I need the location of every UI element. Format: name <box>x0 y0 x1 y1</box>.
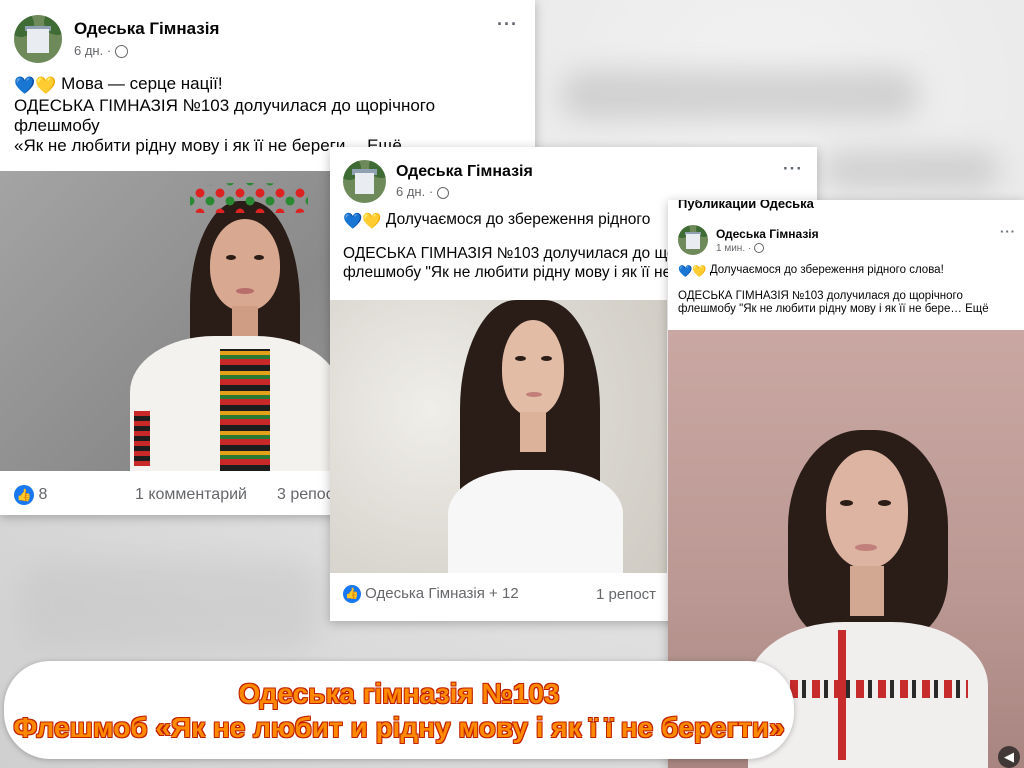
post-time[interactable]: 1 мин. · <box>716 243 764 254</box>
caption-title: Одеська гімназія №103 <box>238 678 560 709</box>
hearts-emoji: 💙💛 <box>678 266 707 278</box>
hearts-emoji: 💙💛 <box>14 76 57 95</box>
caption-subtitle: Флешмоб «Як не любит и рідну мову і як ї… <box>13 712 785 743</box>
page-avatar[interactable] <box>678 225 708 255</box>
post-footer: 👍 Одеська Гімназія + 12 <box>343 585 519 604</box>
like-count[interactable]: 8 <box>38 486 47 503</box>
post-time-text: 6 дн. · <box>74 43 112 58</box>
see-more-link[interactable]: Ещё <box>965 303 989 315</box>
post-footer: 👍 8 <box>14 485 47 505</box>
post-line-3: флешмобу <box>14 116 100 136</box>
more-dots-icon[interactable]: ··· <box>783 159 803 179</box>
flower-wreath <box>190 183 308 213</box>
hearts-emoji: 💙💛 <box>343 213 382 230</box>
more-dots-icon[interactable]: ··· <box>1000 224 1016 239</box>
reactions-text[interactable]: Одеська Гімназія + 12 <box>365 585 519 602</box>
post-time[interactable]: 6 дн. · <box>74 43 128 59</box>
post-video-2[interactable] <box>330 300 667 573</box>
post-time-text: 6 дн. · <box>396 184 434 199</box>
globe-icon <box>436 186 449 199</box>
like-icon[interactable]: 👍 <box>14 485 34 505</box>
post-line-2: ОДЕСЬКА ГІМНАЗІЯ №103 долучилася до щорі… <box>678 289 963 302</box>
page-name[interactable]: Одеська Гімназія <box>74 19 219 39</box>
page-name[interactable]: Одеська Гімназія <box>716 227 819 241</box>
post-time-text: 1 мин. · <box>716 243 752 254</box>
globe-icon <box>114 45 128 59</box>
repost-count[interactable]: 1 репост <box>596 586 656 603</box>
post-line-1: Долучаємося до збереження рідного слова! <box>709 264 944 276</box>
post-text: 💙💛 Долучаємося до збереження рідного сло… <box>678 264 989 317</box>
speaker-icon[interactable]: ◀ <box>998 746 1020 768</box>
page-avatar[interactable] <box>343 160 386 203</box>
post-line-1: Мова — серце нації! <box>61 74 223 93</box>
post-text: 💙💛 Мова — серце нації! ОДЕСЬКА ГІМНАЗІЯ … <box>14 74 435 156</box>
comment-count[interactable]: 1 комментарий <box>135 486 247 504</box>
post-time[interactable]: 6 дн. · <box>396 184 449 199</box>
post-line-1: Долучаємося до збереження рідного <box>385 211 651 228</box>
more-dots-icon[interactable]: ··· <box>497 14 518 35</box>
page-banner: Публикации Одеська <box>678 200 814 211</box>
like-icon[interactable]: 👍 <box>343 585 361 604</box>
post-line-3: флешмобу "Як не любити рідну мову і як ї… <box>678 303 962 316</box>
page-avatar[interactable] <box>14 15 62 63</box>
page-name[interactable]: Одеська Гімназія <box>396 163 533 181</box>
post-line-2: ОДЕСЬКА ГІМНАЗІЯ №103 долучилася до щорі… <box>14 96 436 116</box>
globe-icon <box>754 243 764 254</box>
caption-banner: Одеська гімназія №103 Флешмоб «Як не люб… <box>4 661 794 759</box>
